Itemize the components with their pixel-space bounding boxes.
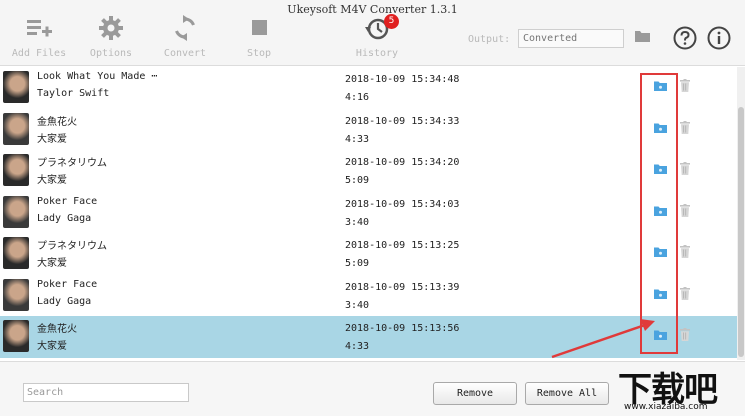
gear-icon (99, 16, 123, 40)
item-duration: 4:33 (345, 133, 370, 145)
help-icon[interactable] (673, 26, 697, 50)
add-files-icon (27, 20, 52, 37)
open-folder-icon[interactable] (654, 164, 667, 174)
search-input[interactable] (23, 383, 189, 402)
convert-icon (175, 15, 195, 41)
item-title: 金魚花火 (37, 324, 77, 335)
open-folder-icon[interactable] (654, 81, 667, 91)
item-date: 2018-10-09 15:34:03 (345, 198, 460, 210)
item-date: 2018-10-09 15:34:48 (345, 74, 460, 85)
trash-icon[interactable] (680, 162, 690, 175)
output-label: Output: (468, 34, 511, 45)
item-date: 2018-10-09 15:13:25 (345, 240, 460, 251)
watermark: 下载吧 www.xiazaiba.com (610, 362, 745, 416)
item-artist: 大家爱 (37, 341, 67, 352)
trash-icon[interactable] (680, 286, 690, 300)
list-item[interactable]: プラネタリウム 大家爱 2018-10-09 15:13:25 5:09 (0, 233, 738, 275)
list-item[interactable]: 金魚花火大家爱 2018-10-09 15:34:33 4:33 (0, 109, 738, 151)
item-date: 2018-10-09 15:13:56 (345, 323, 460, 334)
trash-icon[interactable] (680, 120, 690, 134)
toolbar: Ukeysoft M4V Converter 1.3.1 Add Files O… (0, 0, 745, 66)
item-title: 金魚花火 (37, 116, 77, 128)
trash-icon[interactable] (680, 245, 690, 258)
stop-icon (252, 20, 267, 35)
options-label: Options (89, 48, 133, 59)
item-artist: 大家爱 (37, 175, 67, 186)
convert-button[interactable]: Convert (150, 14, 220, 59)
item-title: Poker Face (37, 195, 98, 207)
list-item[interactable]: Poker Face Lady Gaga 2018-10-09 15:13:39 3:… (0, 275, 738, 317)
item-artist: Lady Gaga (37, 212, 92, 224)
trash-icon[interactable] (680, 79, 690, 92)
cover-thumbnail (3, 278, 29, 311)
list-item[interactable]: Look What You Made ⋯ Taylor Swift 2018-10-… (0, 67, 738, 109)
item-date: 2018-10-09 15:34:20 (345, 157, 460, 168)
cover-thumbnail (3, 237, 29, 269)
open-folder-icon[interactable] (654, 123, 667, 133)
convert-label: Convert (163, 48, 207, 59)
item-duration: 3:40 (345, 299, 370, 311)
list-item[interactable]: 金魚花火大家爱 2018-10-09 15:13:56 4:33 (0, 316, 738, 358)
remove-button[interactable]: Remove (433, 382, 517, 405)
item-title: Look What You Made ⋯ (37, 71, 158, 82)
item-duration: 4:33 (345, 341, 370, 352)
converted-list: Look What You Made ⋯ Taylor Swift 2018-10-… (0, 67, 738, 360)
cover-thumbnail (3, 154, 29, 186)
remove-all-button[interactable]: Remove All (525, 382, 609, 405)
open-folder-icon[interactable] (654, 289, 667, 299)
trash-icon[interactable] (680, 203, 690, 217)
list-item[interactable]: Poker Face Lady Gaga 2018-10-09 15:34:03 3:… (0, 192, 738, 234)
item-artist: Lady Gaga (37, 295, 92, 307)
item-duration: 5:09 (345, 175, 370, 186)
stop-label: Stop (246, 48, 272, 59)
stop-button[interactable]: Stop (224, 14, 294, 59)
watermark-url: www.xiazaiba.com (624, 402, 708, 412)
item-duration: 5:09 (345, 258, 370, 269)
scrollbar[interactable] (737, 67, 745, 360)
list-item[interactable]: プラネタリウム 大家爱 2018-10-09 15:34:20 5:09 (0, 150, 738, 192)
browse-folder-icon[interactable] (635, 30, 650, 42)
history-badge: 5 (384, 14, 399, 29)
info-icon[interactable] (707, 26, 731, 50)
item-duration: 4:16 (345, 92, 370, 103)
add-files-label: Add Files (11, 48, 67, 59)
item-date: 2018-10-09 15:34:33 (345, 115, 460, 127)
item-duration: 3:40 (345, 216, 370, 228)
output-path-field[interactable] (518, 29, 624, 48)
item-title: プラネタリウム (37, 241, 107, 252)
add-files-button[interactable]: Add Files (4, 14, 74, 59)
cover-thumbnail (3, 195, 29, 228)
item-artist: Taylor Swift (37, 88, 110, 99)
item-title: Poker Face (37, 278, 98, 290)
history-button[interactable]: 5 History (342, 14, 412, 59)
history-label: History (355, 48, 399, 59)
cover-thumbnail (3, 71, 29, 103)
trash-icon[interactable] (680, 328, 690, 341)
open-folder-icon[interactable] (654, 247, 667, 257)
cover-thumbnail (3, 112, 29, 145)
open-folder-icon[interactable] (654, 206, 667, 216)
item-title: プラネタリウム (37, 158, 107, 169)
item-date: 2018-10-09 15:13:39 (345, 281, 460, 293)
open-folder-icon[interactable] (654, 330, 667, 340)
options-button[interactable]: Options (76, 14, 146, 59)
item-artist: 大家爱 (37, 133, 67, 145)
scrollbar-thumb[interactable] (738, 107, 744, 357)
cover-thumbnail (3, 320, 29, 352)
item-artist: 大家爱 (37, 258, 67, 269)
